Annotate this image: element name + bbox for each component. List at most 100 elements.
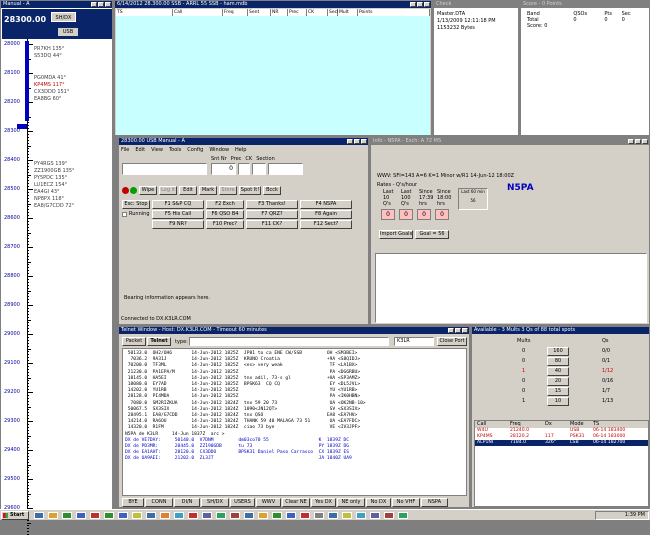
taskbar-app-icon[interactable] <box>90 512 100 519</box>
log-column-header[interactable]: Prec <box>288 9 307 16</box>
bandmap-spot[interactable]: PG0MDA 41° <box>34 75 66 81</box>
log-column-header[interactable]: Sect <box>328 9 339 16</box>
telnet-btn-no-dx[interactable]: No DX <box>366 498 391 507</box>
log-column-header[interactable]: CK <box>307 9 328 16</box>
bandmap-spot[interactable]: LU1ECZ 154° <box>34 182 67 188</box>
close-icon[interactable] <box>424 2 430 7</box>
bandmap-spot[interactable]: KP4MS 117° <box>34 82 65 88</box>
taskbar-app-icon[interactable] <box>104 512 114 519</box>
band-button[interactable]: 40 <box>547 367 569 376</box>
minimize-icon[interactable] <box>628 139 634 144</box>
bandmap-spot[interactable]: PY5PDC 135° <box>34 175 67 181</box>
taskbar-app-icon[interactable] <box>258 512 268 519</box>
maximize-icon[interactable] <box>455 328 461 333</box>
spot-list[interactable]: Call Freq Dx Mode TS W4U 21240.0 USB 06-14 1834… <box>474 420 649 507</box>
log-column-header[interactable]: NR <box>271 9 288 16</box>
taskbar-app-icon[interactable] <box>118 512 128 519</box>
menu-config[interactable]: Config <box>187 147 203 153</box>
info-notes[interactable] <box>375 253 647 323</box>
wipe-button[interactable]: Wipe <box>139 186 157 195</box>
taskbar-app-icon[interactable] <box>230 512 240 519</box>
spot-column-header[interactable]: Dx <box>545 421 552 428</box>
taskbar-app-icon[interactable] <box>62 512 72 519</box>
taskbar-app-icon[interactable] <box>188 512 198 519</box>
callsign-input[interactable] <box>122 163 207 175</box>
fkey-esc-stop-button[interactable]: Esc: Stop <box>122 200 150 209</box>
edit-button[interactable]: Edit <box>179 186 197 195</box>
goal-button[interactable]: Goal = 56 <box>415 230 449 239</box>
log-column-header[interactable]: Sent <box>248 9 271 16</box>
tab-packet[interactable]: Packet <box>122 337 146 346</box>
menu-file[interactable]: File <box>121 147 129 153</box>
entry-titlebar[interactable]: 28300.00 USB Manual - A <box>119 138 368 145</box>
fkey-f2-exch-button[interactable]: F2 Exch <box>206 200 244 209</box>
bandmap-spot[interactable]: PY4RGS 139° <box>34 161 67 167</box>
menu-view[interactable]: View <box>151 147 163 153</box>
shdx-button[interactable]: SH/DX <box>51 12 76 22</box>
menu-window[interactable]: Window <box>209 147 229 153</box>
fkey-f5-his-call-button[interactable]: F5 His Call <box>152 210 204 219</box>
minimize-icon[interactable] <box>91 2 97 7</box>
log-column-header[interactable]: Freq <box>223 9 248 16</box>
telnet-btn-no-vhf[interactable]: No VHF <box>392 498 420 507</box>
score-titlebar[interactable]: Score - 0 Points <box>521 1 649 8</box>
taskbar-app-icon[interactable] <box>174 512 184 519</box>
telnet-btn-yes-dx[interactable]: Yes DX <box>311 498 336 507</box>
info-titlebar[interactable]: Info - N5PA - Exch: A 72 MS <box>371 138 649 145</box>
taskbar-app-icon[interactable] <box>132 512 142 519</box>
bandmap-spot[interactable]: PR7KH 135° <box>34 46 64 52</box>
log-grid[interactable] <box>116 16 430 135</box>
log-titlebar[interactable]: 6/14/2012 28.300.00 SSB - ARRL 55 SSB - … <box>115 1 431 8</box>
tuning-marker[interactable] <box>17 124 27 129</box>
band-button[interactable]: 10 <box>547 397 569 406</box>
taskbar-app-icon[interactable] <box>216 512 226 519</box>
telnet-btn-di-n[interactable]: DI/N <box>174 498 200 507</box>
minimize-icon[interactable] <box>448 328 454 333</box>
sent-nr-input[interactable]: 0 <box>211 163 236 175</box>
menu-help[interactable]: Help <box>235 147 246 153</box>
telnet-btn-clear-ne[interactable]: Clear NE <box>282 498 310 507</box>
fkey-f12-sect-button[interactable]: F12 Sect? <box>300 220 352 229</box>
close-port-button[interactable]: Close Port <box>437 337 467 346</box>
telnet-btn-nspa[interactable]: NSPA <box>421 498 448 507</box>
taskbar-app-icon[interactable] <box>370 512 380 519</box>
bandmap-titlebar[interactable]: Manual - A <box>1 1 112 8</box>
bandmap-spot[interactable]: EA4GI 43° <box>34 189 60 195</box>
close-icon[interactable] <box>462 328 468 333</box>
log-column-header[interactable]: Call <box>173 9 223 16</box>
band-button[interactable]: 80 <box>547 357 569 366</box>
bandmap-spot[interactable]: EA8/G7CDD 72° <box>34 203 74 209</box>
bcck-button[interactable]: Bcck <box>263 186 281 195</box>
maximize-icon[interactable] <box>417 2 423 7</box>
band-button[interactable]: 15 <box>547 387 569 396</box>
fkey-f8-again-button[interactable]: F8 Again <box>300 210 352 219</box>
tab-telnet[interactable]: Telnet <box>147 337 171 346</box>
taskbar-app-icon[interactable] <box>286 512 296 519</box>
running-checkbox[interactable] <box>122 212 127 217</box>
taskbar-app-icon[interactable] <box>202 512 212 519</box>
fkey-f11-ck-button[interactable]: F11 CK? <box>246 220 298 229</box>
minimize-icon[interactable] <box>410 2 416 7</box>
fkey-f3-thanks-button[interactable]: F3 Thanks! <box>246 200 298 209</box>
fkey-f4-nspa-button[interactable]: F4 NSPA <box>300 200 352 209</box>
close-icon[interactable] <box>361 139 367 144</box>
taskbar-app-icon[interactable] <box>76 512 86 519</box>
taskbar-app-icon[interactable] <box>328 512 338 519</box>
record-green-icon[interactable] <box>130 187 137 194</box>
taskbar-app-icon[interactable] <box>342 512 352 519</box>
record-red-icon[interactable] <box>122 187 129 194</box>
bandmap-spot[interactable]: NP8PX 118° <box>34 196 64 202</box>
log-it-button[interactable]: Log it <box>159 186 177 195</box>
log-column-header[interactable]: TS <box>116 9 173 16</box>
command-input[interactable] <box>189 337 389 346</box>
fkey-f1-s-p-cq-button[interactable]: F1 S&P CQ <box>152 200 204 209</box>
telnet-btn-ne-only[interactable]: NE only <box>337 498 365 507</box>
host-select[interactable]: K3LR <box>394 337 434 346</box>
taskbar-app-icon[interactable] <box>384 512 394 519</box>
telnet-btn-users[interactable]: USERS <box>230 498 255 507</box>
telnet-btn-wwv[interactable]: WWV <box>256 498 281 507</box>
taskbar-app-icon[interactable] <box>356 512 366 519</box>
log-column-header[interactable]: Points <box>358 9 430 16</box>
maximize-icon[interactable] <box>354 139 360 144</box>
telnet-titlebar[interactable]: Telnet Window - Host: DX.K3LR.COM - Time… <box>119 327 469 334</box>
